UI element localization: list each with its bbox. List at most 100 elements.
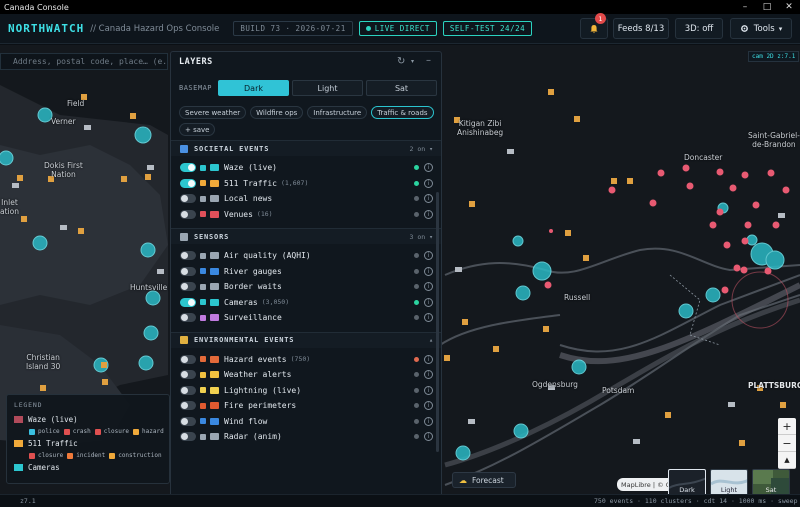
layer-color-swatch[interactable] — [200, 402, 206, 409]
info-icon[interactable]: i — [424, 432, 433, 441]
thumb-light[interactable]: Light — [710, 469, 748, 496]
section-header[interactable]: SOCIETAL EVENTS 2 on ▾ — [171, 140, 441, 156]
section-count[interactable]: 3 on ▾ — [410, 233, 433, 241]
minimize-button[interactable]: – — [734, 0, 756, 14]
layer-toggle[interactable] — [180, 297, 196, 307]
map-attribution[interactable]: MapLibre | © O — [617, 478, 675, 491]
layer-toggle[interactable] — [180, 354, 196, 364]
air-quality-icon — [210, 252, 219, 259]
info-icon[interactable]: i — [424, 266, 433, 276]
basemap-selector: BASEMAP Dark Light Sat — [179, 80, 437, 96]
layer-name: Lightning (live) — [224, 385, 302, 395]
info-icon[interactable]: i — [424, 416, 433, 426]
layer-color-swatch[interactable] — [200, 418, 206, 424]
info-icon[interactable]: i — [424, 251, 433, 260]
preset-severe-weather[interactable]: Severe weather — [179, 106, 247, 119]
info-icon[interactable]: i — [424, 282, 433, 291]
place-label: Dokis First Nation — [44, 161, 83, 179]
3d-toggle-button[interactable]: 3D: off — [675, 18, 723, 39]
search-input[interactable]: Address, postal code, place… (e.g. 1 — [0, 53, 168, 70]
forecast-button[interactable]: ☁ Forecast — [452, 472, 516, 488]
layer-toggle[interactable] — [180, 178, 196, 188]
layer-toggle[interactable] — [180, 266, 196, 276]
layer-toggle[interactable] — [180, 401, 196, 410]
layer-toggle[interactable] — [180, 282, 196, 291]
info-icon[interactable]: i — [424, 370, 433, 379]
section-header[interactable]: SENSORS 3 on ▾ — [171, 228, 441, 244]
layer-toggle[interactable] — [180, 432, 196, 441]
bell-icon — [590, 24, 598, 33]
layer-toggle[interactable] — [180, 385, 196, 395]
info-icon[interactable]: i — [424, 178, 433, 188]
thumb-sat[interactable]: Sat — [752, 469, 790, 496]
info-icon[interactable]: i — [424, 163, 433, 172]
layer-toggle[interactable] — [180, 209, 196, 219]
layer-toggle[interactable] — [180, 313, 196, 322]
thumb-dark[interactable]: Dark — [668, 469, 706, 496]
place-label: Saint-Gabriel- de-Brandon — [748, 131, 800, 149]
chevron-down-icon[interactable]: ▾ — [411, 58, 414, 65]
layer-toggle[interactable] — [180, 251, 196, 260]
layer-toggle[interactable] — [180, 416, 196, 426]
chevron-down-icon: ▾ — [778, 24, 783, 33]
collapse-panel-button[interactable]: – — [426, 55, 431, 66]
layer-count: (1,607) — [280, 179, 309, 187]
basemap-light-button[interactable]: Light — [292, 80, 363, 96]
zoom-out-button[interactable]: − — [778, 435, 796, 452]
app-header: NORTHWATCH // Canada Hazard Ops Console … — [0, 13, 800, 44]
maximize-button[interactable]: □ — [756, 0, 778, 14]
info-icon[interactable]: i — [424, 194, 433, 203]
layer-toggle[interactable] — [180, 163, 196, 172]
layer-color-swatch[interactable] — [200, 268, 206, 274]
section-header[interactable]: ENVIRONMENTAL EVENTS ▴ — [171, 331, 441, 348]
status-dot — [414, 165, 419, 170]
layer-color-swatch[interactable] — [200, 387, 206, 393]
info-icon[interactable]: i — [424, 209, 433, 219]
tools-menu-button[interactable]: Tools ▾ — [730, 18, 792, 39]
section-count[interactable]: ▴ — [429, 336, 433, 344]
layer-toggle[interactable] — [180, 194, 196, 203]
layer-color-swatch[interactable] — [200, 164, 206, 171]
info-icon[interactable]: i — [424, 385, 433, 395]
status-dot — [414, 196, 419, 201]
layer-toggle[interactable] — [180, 370, 196, 379]
layer-color-swatch[interactable] — [200, 356, 206, 362]
layer-color-swatch[interactable] — [200, 180, 206, 186]
refresh-icon[interactable]: ↻ — [397, 56, 405, 67]
layer-row: Border waits i — [171, 279, 441, 294]
layer-color-swatch[interactable] — [200, 283, 206, 290]
info-icon[interactable]: i — [424, 313, 433, 322]
live-direct-badge[interactable]: LIVE DIRECT — [358, 21, 437, 36]
close-window-button[interactable]: ✕ — [778, 0, 800, 14]
section-count[interactable]: 2 on ▾ — [410, 145, 433, 153]
layer-row: Wind flow i — [171, 414, 441, 429]
preset-wildfire-ops[interactable]: Wildfire ops — [250, 106, 304, 119]
info-icon[interactable]: i — [424, 354, 433, 364]
zoom-in-button[interactable]: + — [778, 418, 796, 435]
layer-color-swatch[interactable] — [200, 211, 206, 217]
layer-color-swatch[interactable] — [200, 252, 206, 259]
basemap-dark-button[interactable]: Dark — [218, 80, 289, 96]
info-icon[interactable]: i — [424, 297, 433, 307]
notifications-button[interactable]: 1 — [580, 13, 608, 39]
self-test-badge[interactable]: SELF-TEST 24/24 — [442, 21, 533, 36]
preset-infrastructure[interactable]: Infrastructure — [307, 106, 368, 119]
layer-name: Surveillance — [224, 313, 282, 322]
wind-icon — [210, 417, 219, 425]
save-preset-button[interactable]: + save — [179, 123, 216, 136]
layer-color-swatch[interactable] — [200, 195, 206, 202]
camera-icon — [14, 464, 23, 471]
layer-color-swatch[interactable] — [200, 314, 206, 321]
layers-scrollbar[interactable] — [436, 192, 439, 452]
layer-color-swatch[interactable] — [200, 433, 206, 440]
layer-row: River gauges i — [171, 264, 441, 279]
status-dot — [414, 418, 419, 424]
layer-color-swatch[interactable] — [200, 371, 206, 378]
preset-traffic-roads[interactable]: Traffic & roads — [371, 106, 434, 119]
layer-name: 511 Traffic — [224, 178, 277, 188]
basemap-sat-button[interactable]: Sat — [366, 80, 437, 96]
feeds-button[interactable]: Feeds 8/13 — [613, 18, 669, 39]
layer-color-swatch[interactable] — [200, 299, 206, 305]
info-icon[interactable]: i — [424, 401, 433, 410]
compass-icon[interactable]: ▲ — [778, 452, 796, 469]
